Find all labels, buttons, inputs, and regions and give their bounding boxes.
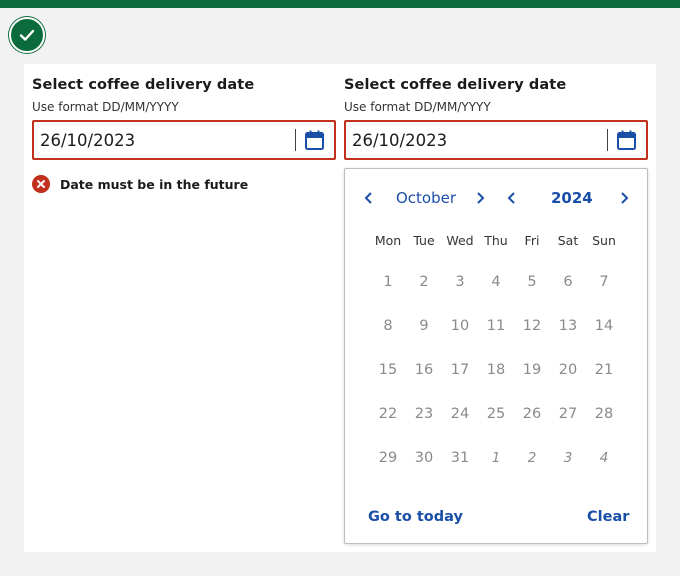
calendar-day[interactable]: 22 bbox=[370, 406, 406, 422]
chevron-right-icon bbox=[621, 192, 629, 204]
date-input[interactable]: 26/10/2023 bbox=[344, 120, 648, 160]
error-message: Date must be in the future bbox=[32, 175, 248, 193]
clear-button[interactable]: Clear bbox=[587, 509, 629, 525]
weekday-header: Mon bbox=[374, 233, 402, 248]
date-field-left: Select coffee delivery date Use format D… bbox=[32, 76, 336, 160]
calendar-day[interactable]: 18 bbox=[478, 362, 514, 378]
calendar-day[interactable]: 14 bbox=[586, 318, 622, 334]
month-label: October bbox=[396, 189, 457, 207]
calendar-day[interactable]: 23 bbox=[406, 406, 442, 422]
calendar-day[interactable]: 2 bbox=[406, 274, 442, 290]
calendar-day[interactable]: 19 bbox=[514, 362, 550, 378]
error-text: Date must be in the future bbox=[60, 176, 249, 192]
calendar-day[interactable]: 11 bbox=[478, 318, 514, 334]
calendar-day[interactable]: 4 bbox=[478, 274, 514, 290]
calendar-day[interactable]: 6 bbox=[550, 274, 586, 290]
calendar-nav: October 2024 bbox=[345, 187, 649, 209]
calendar-day[interactable]: 30 bbox=[406, 450, 442, 466]
prev-year-button[interactable] bbox=[504, 190, 520, 206]
calendar-button[interactable] bbox=[616, 129, 636, 151]
go-to-today-button[interactable]: Go to today bbox=[368, 509, 463, 525]
calendar-day[interactable]: 9 bbox=[406, 318, 442, 334]
calendar-day-other-month[interactable]: 3 bbox=[550, 450, 586, 466]
calendar-popup: October 2024 Mon Tue Wed Thu Fri Sat Sun 1 2 3 4 5 6… bbox=[344, 168, 648, 544]
calendar-day[interactable]: 12 bbox=[514, 318, 550, 334]
next-month-button[interactable] bbox=[472, 190, 488, 206]
field-hint: Use format DD/MM/YYYY bbox=[344, 100, 491, 114]
calendar-day[interactable]: 21 bbox=[586, 362, 622, 378]
calendar-day-other-month[interactable]: 4 bbox=[586, 450, 622, 466]
weekday-header: Sat bbox=[557, 233, 579, 248]
calendar-day[interactable]: 28 bbox=[586, 406, 622, 422]
year-label: 2024 bbox=[551, 189, 593, 207]
calendar-day[interactable]: 3 bbox=[442, 274, 478, 290]
weekday-header: Thu bbox=[484, 233, 508, 248]
calendar-day[interactable]: 27 bbox=[550, 406, 586, 422]
date-input-value[interactable]: 26/10/2023 bbox=[346, 131, 607, 150]
calendar-day[interactable]: 7 bbox=[586, 274, 622, 290]
calendar-day[interactable]: 16 bbox=[406, 362, 442, 378]
chevron-left-icon bbox=[507, 192, 515, 204]
top-brand-bar bbox=[0, 0, 680, 8]
calendar-day-other-month[interactable]: 1 bbox=[478, 450, 514, 466]
calendar-day[interactable]: 31 bbox=[442, 450, 478, 466]
calendar-button[interactable] bbox=[304, 129, 324, 151]
date-input-value[interactable]: 26/10/2023 bbox=[34, 131, 295, 150]
chevron-right-icon bbox=[477, 192, 485, 204]
weekday-header: Fri bbox=[524, 233, 540, 248]
error-x-icon bbox=[32, 175, 50, 193]
success-badge bbox=[9, 17, 45, 53]
calendar-day[interactable]: 8 bbox=[370, 318, 406, 334]
next-year-button[interactable] bbox=[616, 190, 632, 206]
input-divider bbox=[295, 129, 296, 151]
check-icon bbox=[19, 29, 35, 41]
weekday-header: Tue bbox=[413, 233, 435, 248]
calendar-day[interactable]: 26 bbox=[514, 406, 550, 422]
weekday-header: Wed bbox=[446, 233, 474, 248]
chevron-left-icon bbox=[364, 192, 372, 204]
calendar-day[interactable]: 1 bbox=[370, 274, 406, 290]
calendar-icon bbox=[616, 130, 636, 150]
date-field-right: Select coffee delivery date Use format D… bbox=[344, 76, 648, 160]
calendar-day[interactable]: 13 bbox=[550, 318, 586, 334]
calendar-day[interactable]: 29 bbox=[370, 450, 406, 466]
calendar-day[interactable]: 5 bbox=[514, 274, 550, 290]
calendar-day[interactable]: 15 bbox=[370, 362, 406, 378]
weekday-header: Sun bbox=[592, 233, 616, 248]
field-hint: Use format DD/MM/YYYY bbox=[32, 100, 179, 114]
calendar-day[interactable]: 20 bbox=[550, 362, 586, 378]
input-divider bbox=[607, 129, 608, 151]
calendar-day[interactable]: 10 bbox=[442, 318, 478, 334]
calendar-icon bbox=[304, 130, 324, 150]
field-label: Select coffee delivery date bbox=[344, 77, 567, 93]
date-input[interactable]: 26/10/2023 bbox=[32, 120, 336, 160]
field-label: Select coffee delivery date bbox=[32, 77, 255, 93]
prev-month-button[interactable] bbox=[361, 190, 377, 206]
calendar-day[interactable]: 25 bbox=[478, 406, 514, 422]
calendar-day[interactable]: 17 bbox=[442, 362, 478, 378]
calendar-day[interactable]: 24 bbox=[442, 406, 478, 422]
calendar-day-other-month[interactable]: 2 bbox=[514, 450, 550, 466]
